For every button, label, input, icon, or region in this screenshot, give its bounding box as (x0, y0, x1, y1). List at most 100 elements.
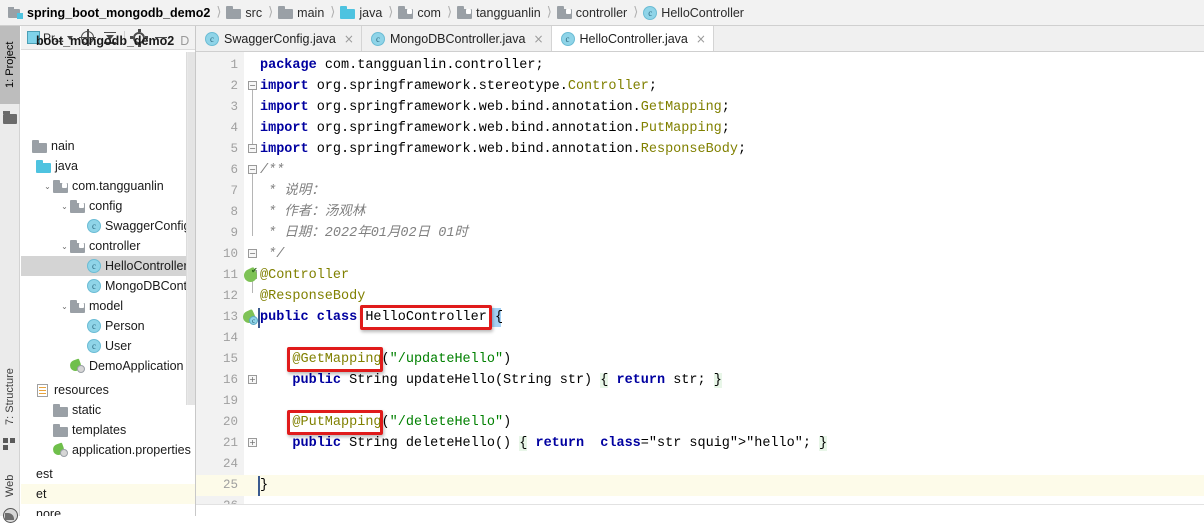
resources-icon (36, 383, 50, 397)
code-line: import org.springframework.web.bind.anno… (260, 121, 730, 136)
close-icon[interactable]: × (533, 32, 543, 46)
tree-item-user[interactable]: c User (21, 336, 195, 356)
tree-item-boot-mongodb-demo2[interactable]: boot_mongodb_demo2 D (21, 31, 195, 51)
breadcrumb-label: src (245, 5, 263, 20)
tree-item-com-tangguanlin[interactable]: ⌄ com.tangguanlin (21, 176, 195, 196)
folder-blue-icon (340, 6, 356, 19)
structure-icon (3, 438, 17, 452)
breadcrumb-separator: ⟩ (268, 5, 274, 20)
close-icon[interactable]: × (696, 32, 706, 46)
breadcrumb-label: HelloController (661, 5, 744, 20)
stripe-button-project[interactable]: 1: Project (0, 26, 20, 104)
line-number: 10 (222, 247, 238, 261)
fold-collapse-icon[interactable]: − (248, 81, 257, 90)
code-line: /** (260, 163, 285, 178)
editor-text-area[interactable]: 1 package com.tangguanlin.controller; 2 imp… (196, 52, 1204, 516)
fold-region-line (252, 90, 253, 146)
tree-item-nore[interactable]: nore (21, 504, 195, 516)
close-icon[interactable]: × (344, 32, 354, 46)
breadcrumb-separator: ⟩ (330, 5, 336, 20)
line-number: 15 (222, 352, 238, 366)
tree-item-label: config (89, 199, 123, 213)
tab-mongodbcontroller[interactable]: c MongoDBController.java × (361, 26, 552, 51)
folder-blue-icon (36, 159, 51, 173)
breadcrumb-item-com[interactable]: com (396, 0, 443, 26)
tree-item-resources[interactable]: resources (21, 380, 195, 400)
breadcrumb-label: spring_boot_mongodb_demo2 (27, 5, 211, 20)
class-structure-bar (258, 476, 260, 496)
line-number: 11 (222, 268, 238, 282)
project-tree[interactable]: boot_mongodb_demo2 Dnain java ⌄ com.tangguan… (21, 34, 196, 516)
tree-item-static[interactable]: static (21, 400, 195, 420)
fold-collapse-icon[interactable]: − (248, 144, 257, 153)
tree-item-label: controller (89, 239, 141, 253)
breadcrumb: spring_boot_mongodb_demo2 ⟩ src ⟩ main ⟩… (0, 0, 1204, 26)
chevron-down-icon[interactable]: ⌄ (42, 182, 53, 191)
package-icon (70, 299, 85, 313)
breadcrumb-item-controller[interactable]: controller (555, 0, 629, 26)
breadcrumb-item-java[interactable]: java (338, 0, 384, 26)
line-number: 12 (222, 289, 238, 303)
tree-item-mongodbcontro[interactable]: c MongoDBContro (21, 276, 196, 296)
tree-item-model[interactable]: ⌄ model (21, 296, 195, 316)
class-icon: c (560, 31, 575, 46)
code-line: */ (260, 247, 285, 262)
chevron-down-icon[interactable]: ⌄ (59, 242, 70, 251)
tree-item-controller[interactable]: ⌄ controller (21, 236, 195, 256)
tree-item-est[interactable]: est (21, 464, 195, 484)
project-scrollbar[interactable] (186, 52, 195, 405)
code-line: import org.springframework.web.bind.anno… (260, 100, 730, 115)
tree-item-hellocontroller[interactable]: c HelloController (21, 256, 195, 276)
fold-collapse-icon[interactable]: − (248, 165, 257, 174)
fold-expand-icon[interactable]: + (248, 438, 257, 447)
tab-swaggerconfig[interactable]: c SwaggerConfig.java × (196, 26, 362, 51)
tree-item-et[interactable]: et (21, 484, 195, 504)
class-icon: c (87, 279, 101, 293)
tree-item-label: DemoApplication (89, 359, 184, 373)
stripe-button-structure[interactable]: 7: Structure (0, 356, 20, 438)
breadcrumb-label: com (417, 5, 441, 20)
class-icon: c (87, 339, 101, 353)
line-number: 2 (230, 79, 238, 93)
tree-item-label: MongoDBContro (105, 279, 196, 293)
tree-item-templates[interactable]: templates (21, 420, 195, 440)
tab-hellocontroller[interactable]: c HelloController.java × (551, 26, 714, 51)
tree-item-config[interactable]: ⌄ config (21, 196, 195, 216)
breadcrumb-item-hellocontroller[interactable]: c HelloController (641, 0, 746, 26)
code-line: import org.springframework.stereotype.Co… (260, 79, 657, 94)
tree-item-demoapplication[interactable]: DemoApplication (21, 356, 195, 376)
code-line: public class HelloController { (260, 310, 504, 325)
fold-expand-icon[interactable]: + (248, 375, 257, 384)
breadcrumb-item-main[interactable]: main (276, 0, 326, 26)
tree-item-label: User (105, 339, 132, 353)
package-icon (556, 6, 572, 19)
breadcrumb-item-src[interactable]: src (224, 0, 264, 26)
class-icon: c (87, 219, 101, 233)
tree-item-person[interactable]: c Person (21, 316, 195, 336)
folder-icon (32, 139, 47, 153)
code-line: import org.springframework.web.bind.anno… (260, 142, 747, 157)
fold-collapse-icon[interactable]: − (248, 249, 257, 258)
tree-item-swaggerconfig[interactable]: c SwaggerConfig (21, 216, 195, 236)
code-editor[interactable]: 1 package com.tangguanlin.controller; 2 imp… (196, 52, 1204, 516)
folder-icon (53, 423, 68, 437)
tree-item-java[interactable]: java (21, 156, 195, 176)
spring-class-icon[interactable]: c (241, 309, 258, 325)
stripe-button-web[interactable]: Web (0, 466, 20, 506)
spring-bean-icon[interactable]: ✔ (241, 267, 260, 285)
properties-icon (51, 442, 68, 457)
breadcrumb-item-project[interactable]: spring_boot_mongodb_demo2 (6, 0, 212, 26)
chevron-down-icon[interactable]: ⌄ (59, 202, 70, 211)
project-scrollbar-thumb[interactable] (188, 52, 195, 405)
line-number: 7 (230, 184, 238, 198)
code-line: @Controller (260, 268, 350, 283)
module-icon (8, 6, 23, 19)
tree-item-application-properties[interactable]: application.properties (21, 440, 195, 460)
folder-icon (278, 6, 294, 19)
chevron-down-icon[interactable]: ⌄ (59, 302, 70, 311)
breadcrumb-separator: ⟩ (546, 5, 552, 20)
package-icon (53, 179, 68, 193)
breadcrumb-item-tangguanlin[interactable]: tangguanlin (455, 0, 543, 26)
line-number: 5 (230, 142, 238, 156)
tree-item-nain[interactable]: nain (21, 136, 195, 156)
